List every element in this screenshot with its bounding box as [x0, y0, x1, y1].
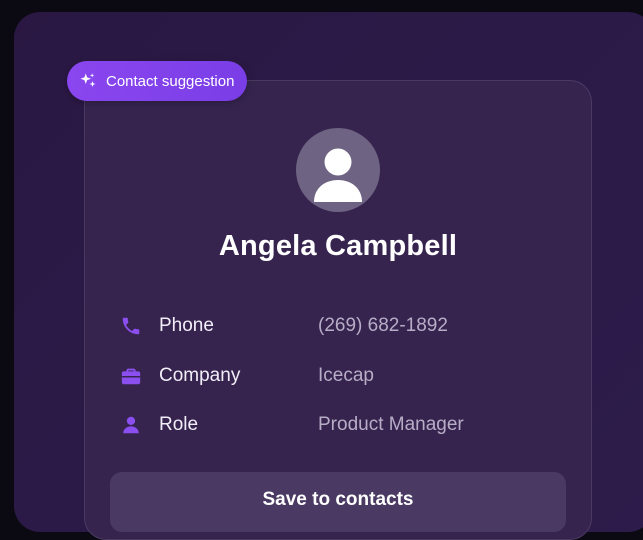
phone-icon: [120, 315, 142, 337]
field-value: (269) 682-1892: [318, 315, 448, 336]
contact-field-role: Role Product Manager: [120, 411, 560, 439]
field-label: Role: [159, 414, 199, 435]
field-label: Company: [159, 365, 241, 386]
field-value: Product Manager: [318, 414, 464, 435]
briefcase-icon: [120, 365, 142, 387]
contact-field-phone: Phone (269) 682-1892: [120, 312, 560, 340]
badge-label: Contact suggestion: [106, 72, 235, 90]
field-label: Phone: [159, 315, 214, 336]
save-to-contacts-button[interactable]: Save to contacts: [110, 472, 566, 532]
field-value: Icecap: [318, 365, 374, 386]
contact-field-company: Company Icecap: [120, 362, 560, 390]
contact-suggestion-badge: Contact suggestion: [67, 61, 248, 101]
person-avatar-icon: [296, 128, 380, 212]
sparkle-icon: [79, 72, 97, 90]
person-icon: [120, 414, 142, 436]
contact-name: Angela Campbell: [218, 230, 458, 262]
